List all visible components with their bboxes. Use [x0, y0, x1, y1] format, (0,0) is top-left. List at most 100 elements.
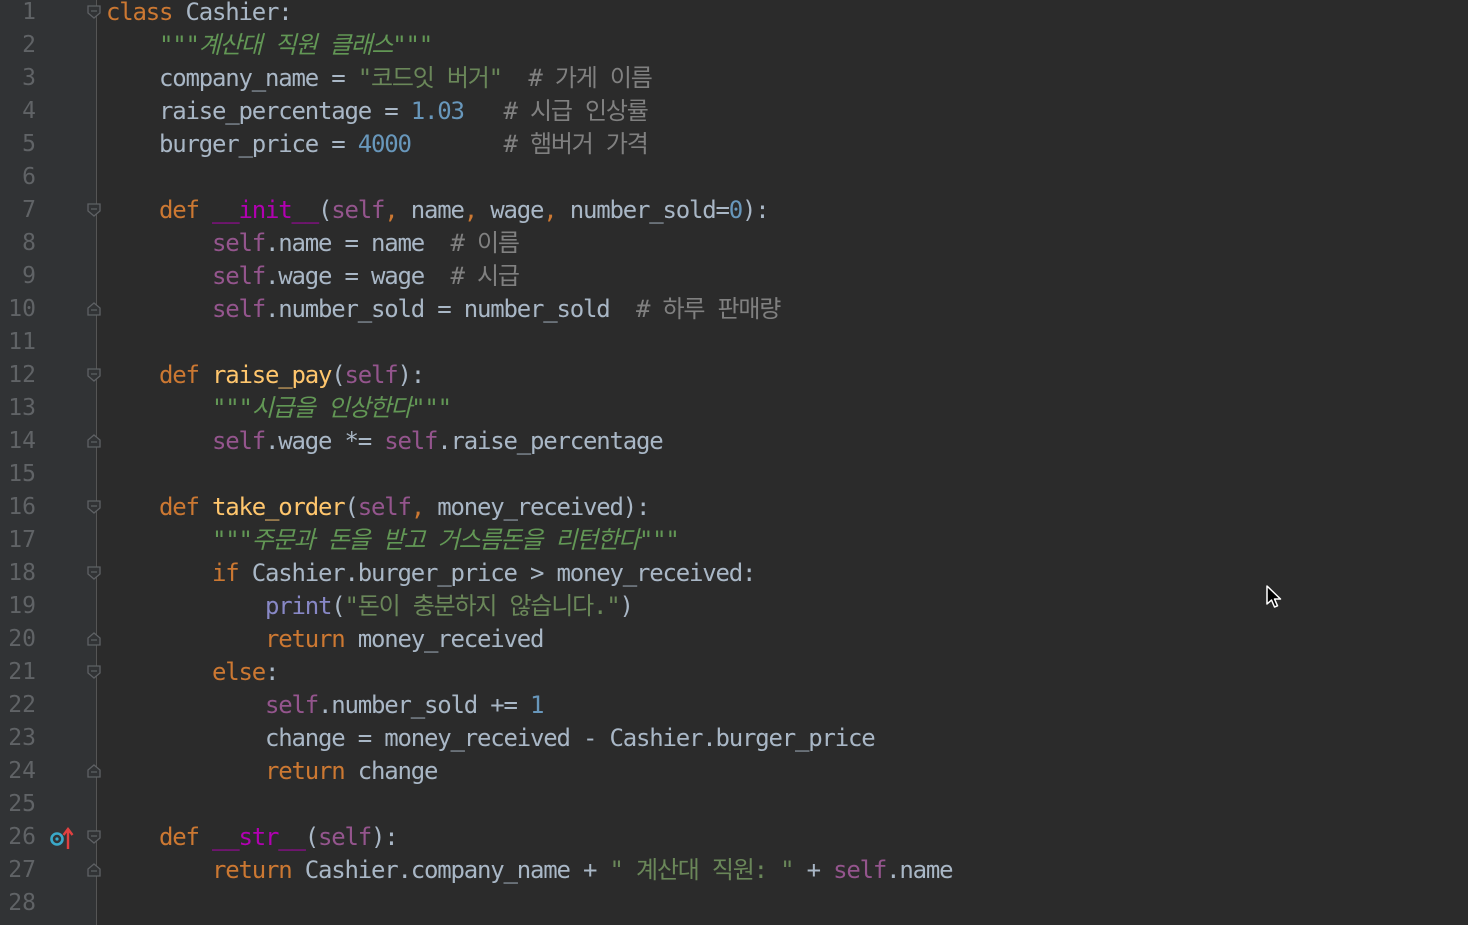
code-text[interactable]: burger_price = 4000 # 햄버거 가격: [106, 128, 649, 161]
code-text[interactable]: self.number_sold += 1: [106, 689, 544, 722]
line-number: 7: [22, 197, 36, 223]
code-text[interactable]: return Cashier.company_name + " 계산대 직원: …: [106, 854, 954, 887]
code-text[interactable]: self.number_sold = number_sold # 하루 판매량: [106, 293, 781, 326]
code-text[interactable]: def __str__(self):: [106, 821, 399, 854]
fold-open-icon[interactable]: [86, 829, 102, 845]
code-line[interactable]: 10 self.number_sold = number_sold # 하루 판…: [0, 293, 1468, 326]
code-token: change = money_received - Cashier.burger…: [106, 724, 876, 752]
code-text[interactable]: self.wage = wage # 시급: [106, 260, 520, 293]
line-number: 10: [8, 296, 36, 322]
code-line[interactable]: 22 self.number_sold += 1: [0, 689, 1468, 722]
fold-open-icon[interactable]: [86, 202, 102, 218]
fold-end-icon[interactable]: [86, 301, 102, 317]
code-token: # 시급 인상률: [503, 97, 648, 125]
code-text[interactable]: return money_received: [106, 623, 544, 656]
line-number: 25: [8, 791, 36, 817]
code-text[interactable]: self.wage *= self.raise_percentage: [106, 425, 664, 458]
code-text[interactable]: self.name = name # 이름: [106, 227, 520, 260]
code-text[interactable]: company_name = "코드잇 버거" # 가게 이름: [106, 62, 653, 95]
line-number: 24: [8, 758, 36, 784]
code-token: self: [318, 823, 372, 851]
code-line[interactable]: 11: [0, 326, 1468, 359]
code-token: # 하루 판매량: [635, 295, 781, 323]
code-line[interactable]: 8 self.name = name # 이름: [0, 227, 1468, 260]
code-text[interactable]: raise_percentage = 1.03 # 시급 인상률: [106, 95, 649, 128]
fold-end-icon[interactable]: [86, 763, 102, 779]
code-token: ):: [397, 361, 426, 389]
line-number: 5: [22, 131, 36, 157]
code-text[interactable]: """주문과 돈을 받고 거스름돈을 리턴한다""": [106, 524, 680, 557]
line-number: 12: [8, 362, 36, 388]
code-line[interactable]: 3 company_name = "코드잇 버거" # 가게 이름: [0, 62, 1468, 95]
code-token: self: [384, 427, 438, 455]
code-token: return: [265, 625, 346, 653]
line-number: 15: [8, 461, 36, 487]
code-line[interactable]: 17 """주문과 돈을 받고 거스름돈을 리턴한다""": [0, 524, 1468, 557]
code-line[interactable]: 15: [0, 458, 1468, 491]
fold-open-icon[interactable]: [86, 499, 102, 515]
code-line[interactable]: 24 return change: [0, 755, 1468, 788]
code-line[interactable]: 21 else:: [0, 656, 1468, 689]
code-token: """주문과 돈을 받고 거스름돈을 리턴한다""": [212, 526, 680, 554]
code-token: # 시급: [450, 262, 520, 290]
fold-open-icon[interactable]: [86, 4, 102, 20]
code-token: take_order: [212, 493, 346, 521]
code-line[interactable]: 25: [0, 788, 1468, 821]
code-line[interactable]: 1 class Cashier:: [0, 0, 1468, 29]
code-text[interactable]: """계산대 직원 클래스""": [106, 29, 433, 62]
code-token: if: [212, 559, 240, 587]
code-line[interactable]: 2 """계산대 직원 클래스""": [0, 29, 1468, 62]
code-token: # 햄버거 가격: [503, 130, 649, 158]
code-token: .name = name: [265, 229, 451, 257]
code-token: :: [265, 658, 279, 686]
code-token: self: [357, 493, 412, 521]
code-line[interactable]: 9 self.wage = wage # 시급: [0, 260, 1468, 293]
code-text[interactable]: else:: [106, 656, 279, 689]
code-line[interactable]: 13 """시급을 인상한다""": [0, 392, 1468, 425]
code-line[interactable]: 27 return Cashier.company_name + " 계산대 직…: [0, 854, 1468, 887]
fold-end-icon[interactable]: [86, 862, 102, 878]
code-text[interactable]: print("돈이 충분하지 않습니다."): [106, 590, 634, 623]
code-line[interactable]: 23 change = money_received - Cashier.bur…: [0, 722, 1468, 755]
code-text[interactable]: def raise_pay(self):: [106, 359, 426, 392]
code-token: change: [344, 757, 439, 785]
code-line[interactable]: 4 raise_percentage = 1.03 # 시급 인상률: [0, 95, 1468, 128]
code-text[interactable]: return change: [106, 755, 439, 788]
fold-end-icon[interactable]: [86, 433, 102, 449]
line-number: 18: [8, 560, 36, 586]
code-line[interactable]: 26 def __str__(self):: [0, 821, 1468, 854]
code-editor[interactable]: 1 class Cashier: 2 """계산대 직원 클래스""" 3 compa…: [0, 0, 1468, 925]
override-method-icon[interactable]: [48, 825, 74, 851]
code-line[interactable]: 20 return money_received: [0, 623, 1468, 656]
code-line[interactable]: 5 burger_price = 4000 # 햄버거 가격: [0, 128, 1468, 161]
code-line[interactable]: 6: [0, 161, 1468, 194]
code-token: +: [793, 856, 834, 884]
code-token: self: [212, 295, 266, 323]
code-line[interactable]: 14 self.wage *= self.raise_percentage: [0, 425, 1468, 458]
code-text[interactable]: change = money_received - Cashier.burger…: [106, 722, 876, 755]
fold-open-icon[interactable]: [86, 367, 102, 383]
fold-end-icon[interactable]: [86, 631, 102, 647]
line-number: 20: [8, 626, 36, 652]
code-token: class: [106, 0, 173, 26]
code-line[interactable]: 28: [0, 887, 1468, 920]
code-line[interactable]: 12 def raise_pay(self):: [0, 359, 1468, 392]
code-line[interactable]: 19 print("돈이 충분하지 않습니다."): [0, 590, 1468, 623]
code-token: money_received):: [424, 493, 650, 521]
code-line[interactable]: 16 def take_order(self, money_received):: [0, 491, 1468, 524]
fold-open-icon[interactable]: [86, 664, 102, 680]
code-text[interactable]: def __init__(self, name, wage, number_so…: [106, 194, 770, 227]
code-token: .wage *=: [265, 427, 385, 455]
code-text[interactable]: class Cashier:: [106, 0, 293, 29]
code-text[interactable]: def take_order(self, money_received):: [106, 491, 650, 524]
code-text[interactable]: if Cashier.burger_price > money_received…: [106, 557, 756, 590]
code-token: (: [331, 592, 345, 620]
code-line[interactable]: 18 if Cashier.burger_price > money_recei…: [0, 557, 1468, 590]
code-line[interactable]: 7 def __init__(self, name, wage, number_…: [0, 194, 1468, 227]
fold-open-icon[interactable]: [86, 565, 102, 581]
code-text[interactable]: """시급을 인상한다""": [106, 392, 452, 425]
